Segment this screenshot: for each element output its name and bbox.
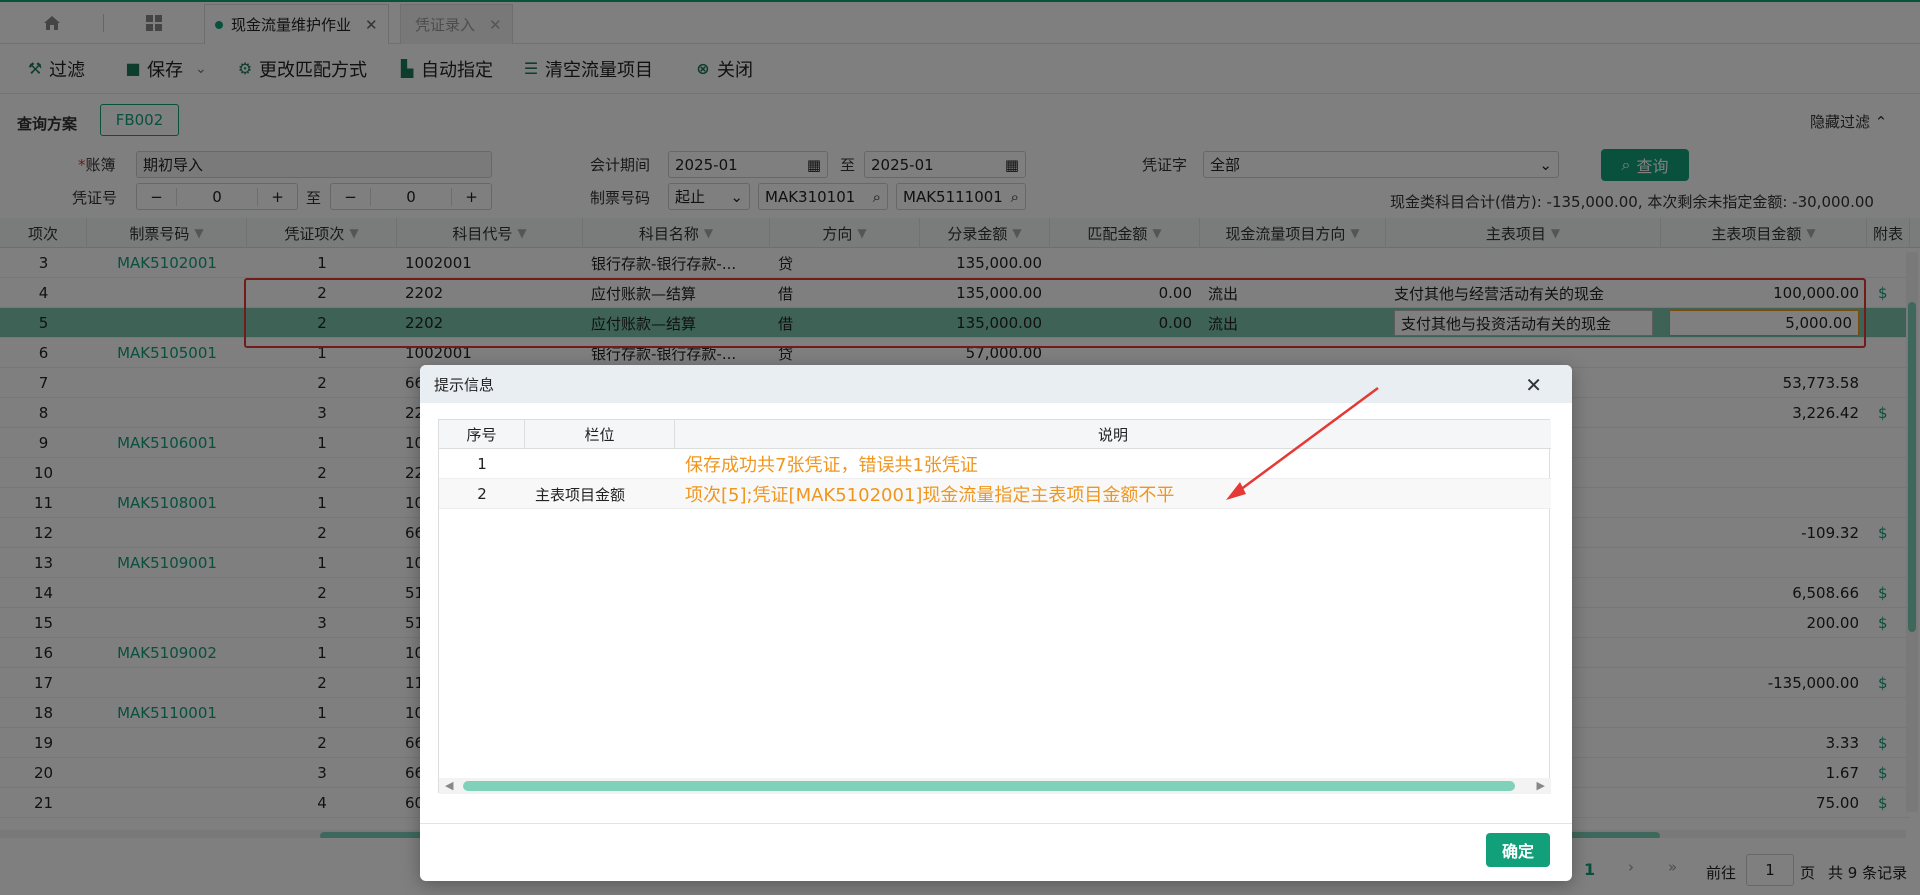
annotation-arrow <box>1226 386 1379 500</box>
